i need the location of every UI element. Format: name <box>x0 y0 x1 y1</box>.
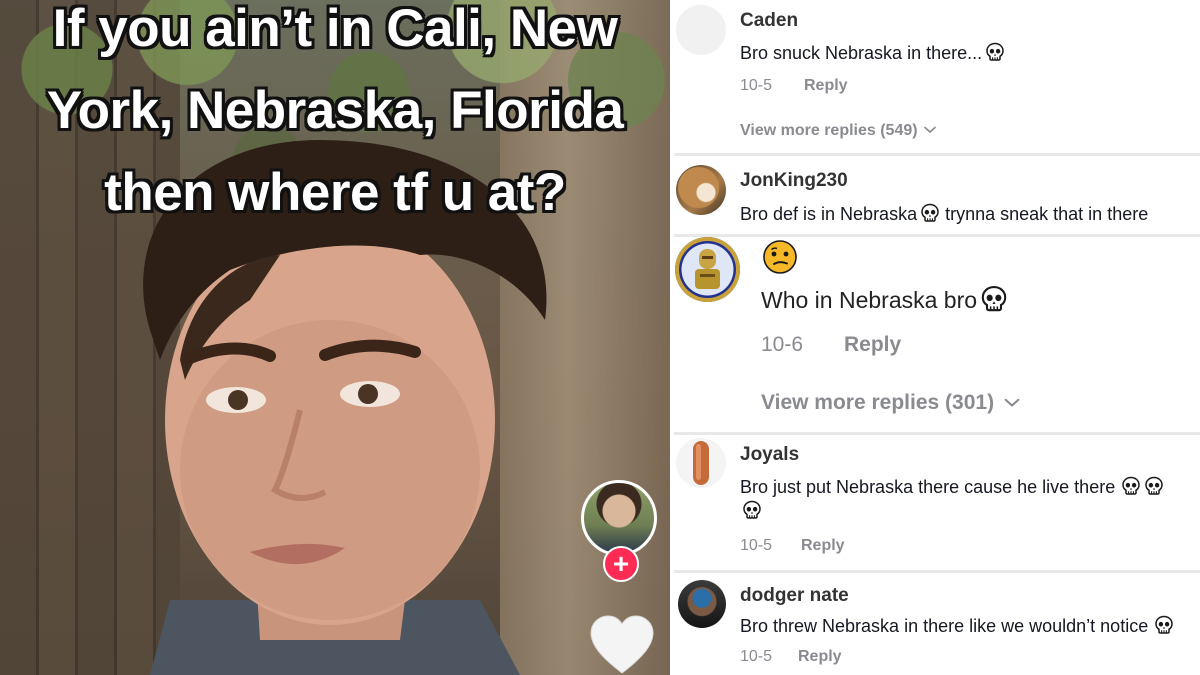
reply-button[interactable]: Reply <box>798 648 842 666</box>
heart-icon <box>590 615 654 674</box>
chevron-down-icon <box>1004 398 1020 408</box>
comment-username[interactable]: dodger nate <box>740 585 849 607</box>
comments-panel: Caden Bro snuck Nebraska in there... 10-… <box>674 0 1200 675</box>
like-button[interactable] <box>589 615 655 675</box>
comment-text: Bro snuck Nebraska in there... <box>740 42 1005 64</box>
reply-button[interactable]: Reply <box>844 333 901 357</box>
caption-line: If you ain’t in Cali, New <box>52 0 618 58</box>
view-more-replies-label: View more replies (549) <box>740 122 918 139</box>
plus-icon: + <box>612 548 630 579</box>
skull-emoji-icon <box>1121 476 1141 496</box>
comment-date: 10-6 <box>761 333 804 356</box>
comment-date: 10-5 <box>740 648 773 665</box>
skull-emoji-icon <box>1144 476 1164 496</box>
skull-emoji-icon <box>985 42 1005 62</box>
comment-text-body: Bro threw Nebraska in there like we woul… <box>740 616 1149 636</box>
comment-text-body: Bro snuck Nebraska in there... <box>740 43 983 63</box>
comment-divider <box>674 153 1200 156</box>
comment-text: Bro just put Nebraska there cause he liv… <box>740 476 1164 498</box>
follow-button[interactable]: + <box>603 546 639 582</box>
reply-button[interactable]: Reply <box>804 77 848 95</box>
hotdog-avatar-icon <box>693 441 709 485</box>
video-caption: If you ain’t in Cali, New York, Nebraska… <box>0 0 670 234</box>
comment-text-body: Bro def is in Nebraska <box>740 204 918 224</box>
skull-emoji-icon <box>742 500 762 520</box>
comment-divider <box>674 234 1200 237</box>
confused-face-emoji-icon <box>763 240 797 274</box>
comment-username[interactable]: Joyals <box>740 444 799 466</box>
skull-emoji-icon <box>920 203 940 223</box>
comment-username[interactable]: Caden <box>740 10 798 32</box>
creator-avatar[interactable] <box>581 480 657 556</box>
commenter-avatar[interactable] <box>676 165 726 215</box>
caption-line: then where tf u at? <box>104 163 566 222</box>
caption-line: York, Nebraska, Florida <box>46 81 624 140</box>
comment-text: Bro threw Nebraska in there like we woul… <box>740 615 1174 637</box>
skull-emoji-icon <box>1154 615 1174 635</box>
comment-text-body: Bro just put Nebraska there cause he liv… <box>740 477 1116 497</box>
comment-date: 10-5 <box>740 537 773 554</box>
video-frame[interactable]: If you ain’t in Cali, New York, Nebraska… <box>0 0 670 675</box>
comment-text: Who in Nebraska bro <box>761 285 1008 314</box>
commenter-avatar[interactable] <box>675 237 740 302</box>
comment-username[interactable]: JonKing230 <box>740 170 848 192</box>
view-more-replies-label: View more replies (301) <box>761 391 995 414</box>
comment-divider <box>674 570 1200 573</box>
comment-text: Bro def is in Nebraska trynna sneak that … <box>740 203 1148 225</box>
commenter-avatar[interactable] <box>678 580 726 628</box>
comment-divider <box>674 432 1200 435</box>
comment-text-body: trynna sneak that in there <box>945 204 1149 224</box>
commenter-avatar[interactable] <box>676 438 726 488</box>
chevron-down-icon <box>924 126 936 134</box>
comment-text-body: Who in Nebraska bro <box>761 287 978 313</box>
view-more-replies-button[interactable]: View more replies (549) <box>740 122 936 140</box>
commenter-avatar[interactable] <box>676 5 726 55</box>
robot-avatar-icon <box>681 243 734 296</box>
skull-emoji-icon <box>980 285 1008 313</box>
view-more-replies-button[interactable]: View more replies (301) <box>761 391 1020 415</box>
reply-button[interactable]: Reply <box>801 537 845 555</box>
comment-date: 10-5 <box>740 77 773 94</box>
